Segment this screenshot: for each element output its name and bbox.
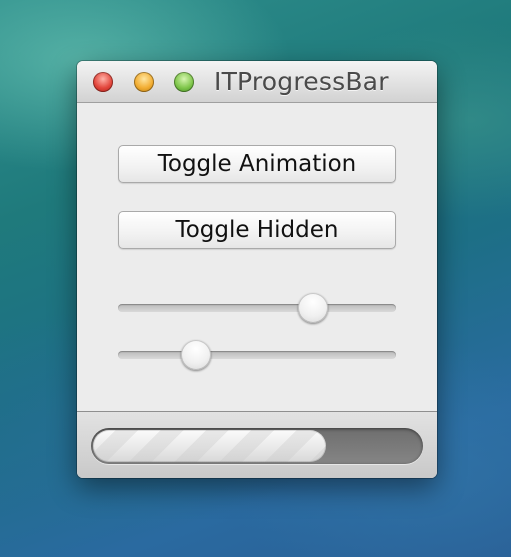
- toggle-hidden-button[interactable]: Toggle Hidden: [118, 211, 396, 249]
- close-icon[interactable]: [93, 72, 113, 92]
- content-area: Toggle Animation Toggle Hidden: [77, 103, 437, 411]
- slider-1-knob[interactable]: [297, 293, 328, 323]
- slider-1-track[interactable]: [118, 304, 396, 312]
- progress-bar-fill: [93, 430, 326, 462]
- title-bar[interactable]: ITProgressBar: [77, 61, 437, 103]
- slider-2[interactable]: [118, 338, 396, 372]
- window-title: ITProgressBar: [214, 67, 389, 96]
- zoom-icon[interactable]: [174, 72, 194, 92]
- minimize-icon[interactable]: [134, 72, 154, 92]
- slider-2-knob[interactable]: [180, 340, 211, 370]
- slider-1[interactable]: [118, 291, 396, 325]
- app-window: ITProgressBar Toggle Animation Toggle Hi…: [77, 61, 437, 478]
- toggle-animation-button[interactable]: Toggle Animation: [118, 145, 396, 183]
- slider-2-track[interactable]: [118, 351, 396, 359]
- bottom-bar: [77, 411, 437, 478]
- progress-bar: [91, 428, 423, 464]
